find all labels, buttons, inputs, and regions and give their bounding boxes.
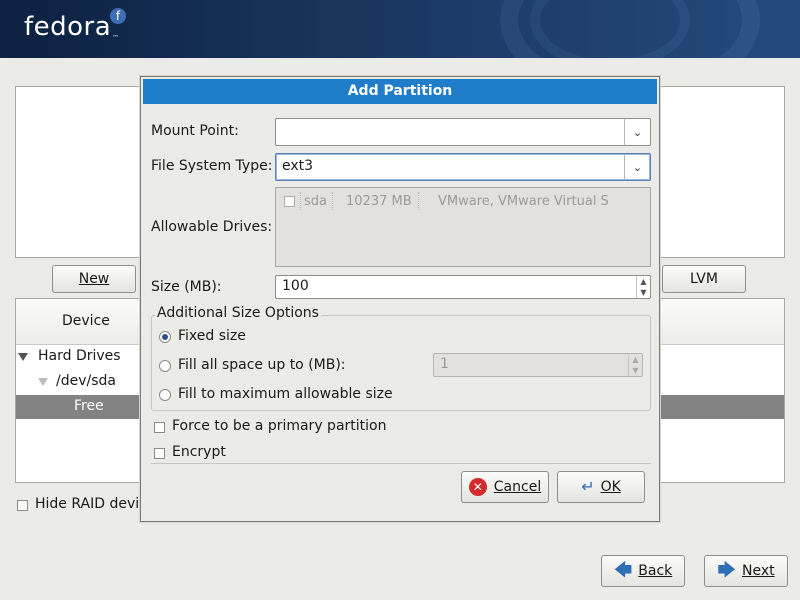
lvm-button-label: LVM bbox=[690, 271, 718, 287]
mount-point-label: Mount Point: bbox=[151, 123, 239, 139]
allowable-drives-list[interactable]: sda 10237 MB VMware, VMware Virtual S bbox=[275, 187, 651, 267]
drive-size: 10237 MB bbox=[346, 194, 412, 209]
fill-up-to-label: Fill all space up to (MB): bbox=[178, 357, 346, 373]
top-banner: fedora f ™ bbox=[0, 0, 800, 58]
size-spinbox[interactable]: 100 ▲ ▼ bbox=[275, 275, 651, 299]
next-button-label: Next bbox=[741, 563, 775, 579]
drive-name: sda bbox=[304, 194, 327, 209]
expander-open-icon[interactable] bbox=[18, 353, 28, 361]
back-arrow-icon: 🡄 bbox=[613, 560, 633, 581]
encrypt-label: Encrypt bbox=[172, 444, 226, 460]
lvm-button[interactable]: LVM bbox=[662, 265, 746, 293]
fs-type-value: ext3 bbox=[282, 158, 314, 174]
next-button[interactable]: 🡆 Next bbox=[704, 555, 788, 587]
fedora-logo-text: fedora bbox=[24, 12, 112, 42]
ok-button-label: OK bbox=[600, 479, 621, 495]
cancel-button-label: Cancel bbox=[493, 479, 542, 495]
fs-type-label: File System Type: bbox=[151, 158, 273, 174]
cancel-button[interactable]: ✕ Cancel bbox=[461, 471, 549, 503]
enter-arrow-icon: ↵ bbox=[581, 477, 595, 496]
tree-row-label: Free bbox=[74, 398, 104, 414]
size-label: Size (MB): bbox=[151, 279, 222, 295]
device-column-label: Device bbox=[62, 313, 110, 329]
fill-up-to-radio[interactable] bbox=[159, 360, 171, 372]
allowable-drives-label: Allowable Drives: bbox=[151, 219, 273, 235]
additional-size-options-title: Additional Size Options bbox=[155, 305, 321, 321]
spin-arrows-icon[interactable]: ▲ ▼ bbox=[628, 354, 642, 376]
expander-open-icon[interactable] bbox=[38, 378, 48, 386]
new-button[interactable]: New bbox=[52, 265, 136, 293]
dialog-title: Add Partition bbox=[143, 79, 657, 104]
banner-decoration bbox=[530, 0, 690, 58]
size-value: 100 bbox=[282, 278, 309, 294]
hide-raid-checkbox[interactable] bbox=[17, 500, 28, 511]
fixed-size-radio[interactable] bbox=[159, 331, 171, 343]
drive-sda-checkbox[interactable] bbox=[284, 196, 295, 207]
encrypt-checkbox[interactable] bbox=[154, 448, 165, 459]
cancel-icon: ✕ bbox=[468, 478, 487, 496]
back-button[interactable]: 🡄 Back bbox=[601, 555, 685, 587]
column-separator bbox=[332, 192, 333, 210]
back-button-label: Back bbox=[638, 563, 673, 579]
tree-row-label: Hard Drives bbox=[38, 348, 121, 364]
fs-type-dropdown[interactable]: ext3 ⌄ bbox=[275, 153, 651, 181]
fill-up-to-spinbox[interactable]: 1 ▲ ▼ bbox=[433, 353, 643, 377]
mount-point-combo[interactable]: ⌄ bbox=[275, 118, 651, 146]
force-primary-checkbox[interactable] bbox=[154, 422, 165, 433]
drive-model: VMware, VMware Virtual S bbox=[438, 194, 609, 209]
hide-raid-label: Hide RAID devic bbox=[35, 496, 147, 512]
spin-arrows-icon[interactable]: ▲ ▼ bbox=[636, 276, 650, 298]
fill-max-label: Fill to maximum allowable size bbox=[178, 386, 393, 402]
tree-row-label: /dev/sda bbox=[56, 373, 116, 389]
trademark-symbol: ™ bbox=[112, 34, 119, 42]
chevron-down-icon[interactable]: ⌄ bbox=[624, 154, 650, 180]
fixed-size-label: Fixed size bbox=[178, 328, 246, 344]
fedora-logo-icon: f bbox=[110, 8, 126, 24]
column-separator bbox=[300, 192, 301, 210]
fill-up-to-value: 1 bbox=[440, 356, 449, 372]
chevron-down-icon[interactable]: ⌄ bbox=[624, 119, 650, 145]
add-partition-dialog: Add Partition Mount Point: ⌄ File System… bbox=[140, 76, 660, 522]
column-separator bbox=[418, 192, 419, 210]
dialog-separator bbox=[151, 463, 651, 464]
force-primary-label: Force to be a primary partition bbox=[172, 418, 387, 434]
next-arrow-icon: 🡆 bbox=[717, 560, 736, 581]
ok-button[interactable]: ↵ OK bbox=[557, 471, 645, 503]
fill-max-radio[interactable] bbox=[159, 389, 171, 401]
new-button-label: New bbox=[78, 271, 110, 287]
